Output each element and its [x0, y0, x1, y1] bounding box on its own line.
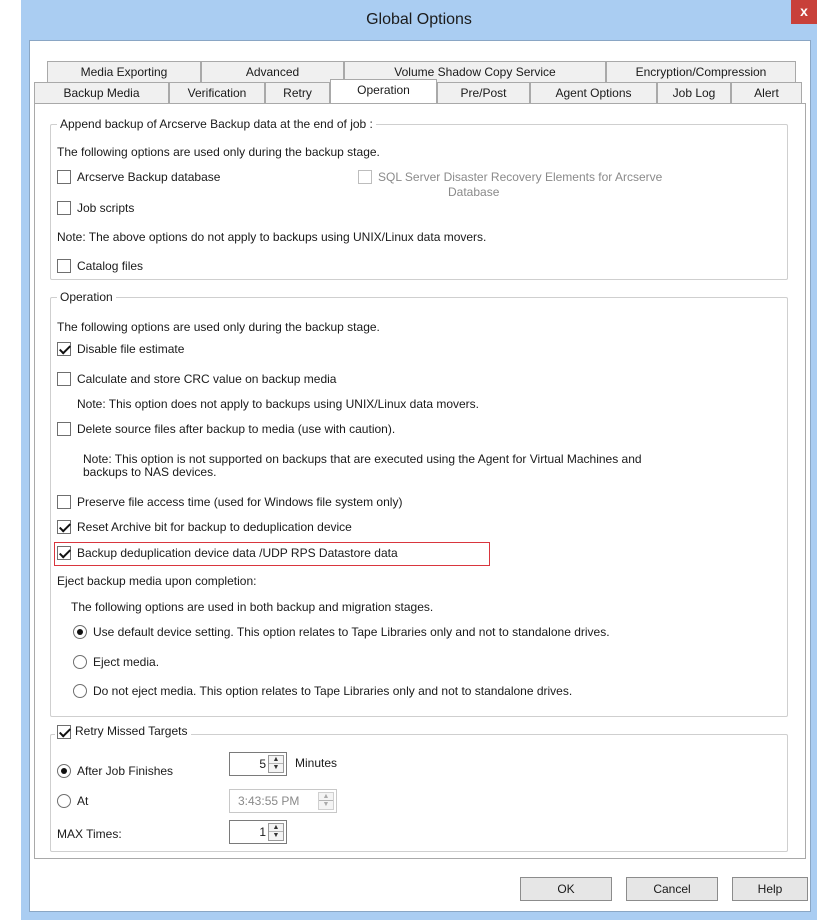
- tab-operation[interactable]: Operation: [330, 79, 437, 103]
- at-label: At: [77, 794, 89, 808]
- close-icon[interactable]: x: [791, 0, 817, 24]
- disable-file-estimate-checkbox[interactable]: [57, 342, 71, 356]
- preserve-access-time-checkbox[interactable]: [57, 495, 71, 509]
- reset-archive-bit-checkbox[interactable]: [57, 520, 71, 534]
- tab-advanced[interactable]: Advanced: [201, 61, 344, 82]
- after-job-minutes-spinner[interactable]: 5 ▲ ▼: [229, 752, 287, 776]
- backup-dedup-checkbox[interactable]: [57, 546, 71, 560]
- chevron-down-icon[interactable]: ▼: [319, 801, 333, 809]
- spinner-arrows: ▲ ▼: [268, 755, 284, 773]
- delete-source-label: Delete source files after backup to medi…: [77, 422, 396, 436]
- crc-note-text: Note: This option does not apply to back…: [77, 397, 480, 411]
- operation-intro-text: The following options are used only duri…: [57, 320, 380, 334]
- after-job-minutes-value: 5: [259, 757, 266, 771]
- retry-legend-wrap: Retry Missed Targets: [55, 724, 192, 739]
- retry-missed-targets-group: Retry Missed Targets After Job Finishes …: [50, 724, 788, 852]
- window-title: Global Options: [366, 11, 472, 28]
- global-options-window: Global Options x Media Exporting Advance…: [21, 0, 817, 920]
- at-radio[interactable]: [57, 794, 71, 808]
- arcserve-db-label: Arcserve Backup database: [77, 170, 221, 184]
- operation-tab-panel: Append backup of Arcserve Backup data at…: [34, 103, 806, 859]
- cancel-button[interactable]: Cancel: [626, 877, 718, 901]
- append-backup-legend: Append backup of Arcserve Backup data at…: [57, 117, 376, 131]
- chevron-up-icon[interactable]: ▲: [269, 824, 283, 832]
- at-time-value: 3:43:55 PM: [238, 794, 300, 808]
- backup-dedup-label: Backup deduplication device data /UDP RP…: [77, 546, 398, 560]
- eject-intro-text: The following options are used in both b…: [71, 600, 434, 614]
- max-times-spinner[interactable]: 1 ▲ ▼: [229, 820, 287, 844]
- operation-group: Operation The following options are used…: [50, 290, 788, 717]
- max-times-label: MAX Times:: [57, 827, 122, 841]
- tab-retry[interactable]: Retry: [265, 82, 330, 103]
- help-button[interactable]: Help: [732, 877, 808, 901]
- max-times-value: 1: [259, 825, 266, 839]
- tab-job-log[interactable]: Job Log: [657, 82, 731, 103]
- after-job-radio[interactable]: [57, 764, 71, 778]
- at-time-spinner[interactable]: 3:43:55 PM ▲ ▼: [229, 789, 337, 813]
- eject-media-radio[interactable]: [73, 655, 87, 669]
- dialog-client: Media Exporting Advanced Volume Shadow C…: [29, 40, 811, 912]
- disable-file-estimate-label: Disable file estimate: [77, 342, 185, 356]
- sql-dr-label-line1: SQL Server Disaster Recovery Elements fo…: [378, 170, 663, 184]
- job-scripts-label: Job scripts: [77, 201, 135, 215]
- chevron-down-icon[interactable]: ▼: [269, 764, 283, 772]
- tab-media-exporting[interactable]: Media Exporting: [47, 61, 201, 82]
- operation-legend: Operation: [57, 290, 116, 304]
- eject-heading: Eject backup media upon completion:: [57, 574, 257, 588]
- title-bar[interactable]: Global Options x: [21, 0, 817, 40]
- preserve-access-time-label: Preserve file access time (used for Wind…: [77, 495, 403, 509]
- tab-encryption-compression[interactable]: Encryption/Compression: [606, 61, 796, 82]
- tab-verification[interactable]: Verification: [169, 82, 265, 103]
- catalog-files-label: Catalog files: [77, 259, 144, 273]
- append-intro-text: The following options are used only duri…: [57, 145, 380, 159]
- no-eject-radio[interactable]: [73, 684, 87, 698]
- tab-backup-media[interactable]: Backup Media: [34, 82, 169, 103]
- chevron-up-icon[interactable]: ▲: [319, 793, 333, 801]
- delete-source-checkbox[interactable]: [57, 422, 71, 436]
- calc-crc-checkbox[interactable]: [57, 372, 71, 386]
- retry-missed-targets-checkbox[interactable]: [57, 724, 71, 739]
- append-note-text: Note: The above options do not apply to …: [57, 230, 487, 244]
- tab-agent-options[interactable]: Agent Options: [530, 82, 657, 103]
- eject-default-label: Use default device setting. This option …: [93, 625, 610, 639]
- spinner-arrows: ▲ ▼: [268, 823, 284, 841]
- minutes-unit-label: Minutes: [295, 756, 338, 770]
- sql-dr-label-line2: Database: [448, 185, 500, 199]
- chevron-down-icon[interactable]: ▼: [269, 832, 283, 840]
- tab-alert[interactable]: Alert: [731, 82, 802, 103]
- reset-archive-bit-label: Reset Archive bit for backup to deduplic…: [77, 520, 352, 534]
- after-job-label: After Job Finishes: [77, 764, 174, 778]
- calc-crc-label: Calculate and store CRC value on backup …: [77, 372, 337, 386]
- tab-pre-post[interactable]: Pre/Post: [437, 82, 530, 103]
- chevron-up-icon[interactable]: ▲: [269, 756, 283, 764]
- delete-note-line1: Note: This option is not supported on ba…: [83, 452, 642, 466]
- ok-button[interactable]: OK: [520, 877, 612, 901]
- delete-note-line2: backups to NAS devices.: [83, 465, 217, 479]
- retry-missed-targets-label: Retry Missed Targets: [75, 724, 188, 738]
- no-eject-label: Do not eject media. This option relates …: [93, 684, 573, 698]
- spinner-arrows: ▲ ▼: [318, 792, 334, 810]
- arcserve-db-checkbox[interactable]: [57, 170, 71, 184]
- catalog-files-checkbox[interactable]: [57, 259, 71, 273]
- eject-default-radio[interactable]: [73, 625, 87, 639]
- job-scripts-checkbox[interactable]: [57, 201, 71, 215]
- append-backup-group: Append backup of Arcserve Backup data at…: [50, 117, 788, 280]
- sql-dr-checkbox[interactable]: [358, 170, 372, 184]
- eject-media-label: Eject media.: [93, 655, 160, 669]
